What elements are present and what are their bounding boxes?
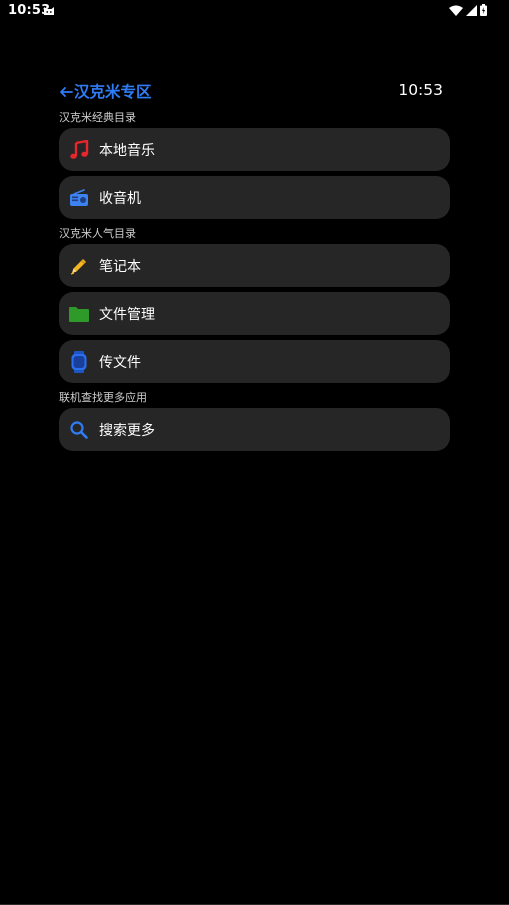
cat-notification-icon [44,7,54,15]
battery-icon [480,4,487,16]
section-label-online: 联机查找更多应用 [59,391,147,404]
status-bar: 10:53 [0,0,509,22]
status-icons [449,4,487,16]
section-label-popular: 汉克米人气目录 [59,227,136,240]
list-item-label: 本地音乐 [99,142,155,159]
wifi-icon [449,5,463,16]
list-item-label: 传文件 [99,354,141,371]
list-item-transfer-files[interactable]: 传文件 [59,340,450,383]
list-item-notebook[interactable]: 笔记本 [59,244,450,287]
signal-icon [466,4,477,16]
smartwatch-icon [68,350,90,373]
arrow-left-icon [60,87,73,97]
list-item-file-manager[interactable]: 文件管理 [59,292,450,335]
list-item-local-music[interactable]: 本地音乐 [59,128,450,171]
list-item-label: 搜索更多 [99,422,155,439]
section-label-classic: 汉克米经典目录 [59,111,136,124]
page-title: 汉克米专区 [74,83,152,101]
list-item-label: 收音机 [99,190,141,207]
folder-icon [68,303,90,325]
pencil-icon [68,255,90,277]
radio-icon [68,187,90,209]
back-button[interactable]: 汉克米专区 [59,80,152,102]
list-item-radio[interactable]: 收音机 [59,176,450,219]
list-item-search-more[interactable]: 搜索更多 [59,408,450,451]
header-clock: 10:53 [398,81,443,99]
page-header: 汉克米专区 10:53 [59,80,443,104]
list-item-label: 文件管理 [99,306,155,323]
list-item-label: 笔记本 [99,258,141,275]
search-icon [68,419,90,441]
music-note-icon [68,139,90,161]
